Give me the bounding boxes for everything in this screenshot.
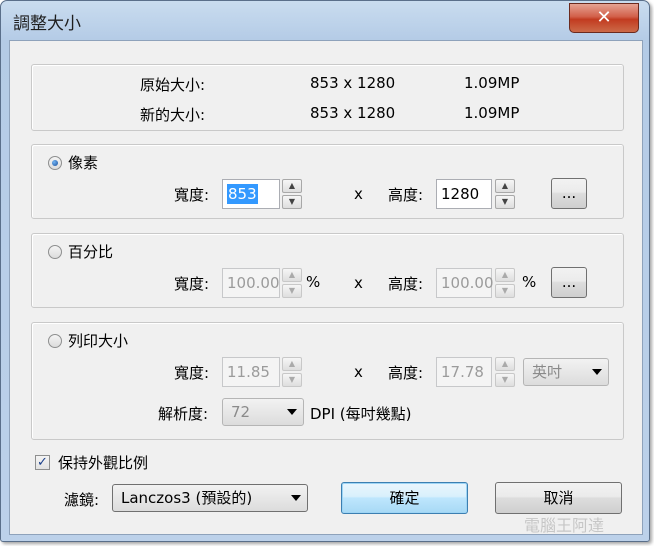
filter-label: 濾鏡: <box>64 491 100 509</box>
spin-up-icon[interactable]: ▲ <box>495 268 515 282</box>
original-size-dims: 853 x 1280 <box>310 74 396 92</box>
print-height-spinner[interactable]: ▲ ▼ <box>495 357 515 387</box>
percent-height-spinner[interactable]: ▲ ▼ <box>495 268 515 298</box>
ok-button[interactable]: 確定 <box>341 482 468 514</box>
percent-more-button[interactable]: ... <box>551 267 587 298</box>
print-unit-select[interactable]: 英吋 <box>523 358 609 386</box>
print-width-label: 寬度: <box>174 364 210 382</box>
percent-width-label: 寬度: <box>174 275 210 293</box>
print-height-label: 高度: <box>388 364 424 382</box>
pixels-more-button[interactable]: ... <box>551 178 587 209</box>
pixels-width-input[interactable]: 853 <box>222 179 280 209</box>
print-size-radio[interactable] <box>48 334 62 348</box>
keep-aspect-label[interactable]: 保持外觀比例 <box>58 452 148 473</box>
dialog-window: 調整大小 ✕ 原始大小: 853 x 1280 1.09MP 新的大小: 853… <box>0 0 650 542</box>
pixels-height-spinner[interactable]: ▲ ▼ <box>495 179 515 209</box>
watermark: 電腦王阿達 <box>524 516 605 535</box>
dpi-label: DPI (每吋幾點) <box>310 405 412 423</box>
original-size-mp: 1.09MP <box>464 74 520 92</box>
percent-height-label: 高度: <box>388 275 424 293</box>
percent-label[interactable]: 百分比 <box>68 241 113 262</box>
print-width-spinner[interactable]: ▲ ▼ <box>282 357 302 387</box>
spin-down-icon[interactable]: ▼ <box>282 373 302 387</box>
percent-width-unit: % <box>306 273 321 291</box>
spin-up-icon[interactable]: ▲ <box>495 179 515 193</box>
print-height-input[interactable]: 17.78 <box>436 357 492 387</box>
radio-selected-dot <box>52 160 58 166</box>
check-icon: ✓ <box>37 455 48 470</box>
filter-value: Lanczos3 (預設的) <box>121 489 253 507</box>
pixels-x: x <box>354 185 363 203</box>
new-size-label: 新的大小: <box>140 106 206 124</box>
size-info-group: 原始大小: 853 x 1280 1.09MP 新的大小: 853 x 1280… <box>31 64 624 131</box>
spin-up-icon[interactable]: ▲ <box>495 357 515 371</box>
original-size-label: 原始大小: <box>140 76 206 94</box>
spin-down-icon[interactable]: ▼ <box>495 195 515 209</box>
spin-up-icon[interactable]: ▲ <box>282 357 302 371</box>
print-width-input[interactable]: 11.85 <box>222 357 280 387</box>
spin-down-icon[interactable]: ▼ <box>282 195 302 209</box>
print-x: x <box>354 363 363 381</box>
print-unit-value: 英吋 <box>532 363 563 381</box>
resolution-select[interactable]: 72 <box>222 398 304 426</box>
percent-height-input[interactable]: 100.00 <box>436 268 494 298</box>
pixels-height-label: 高度: <box>388 186 424 204</box>
spin-up-icon[interactable]: ▲ <box>282 268 302 282</box>
dialog-client: 原始大小: 853 x 1280 1.09MP 新的大小: 853 x 1280… <box>9 40 643 535</box>
percent-height-unit: % <box>522 273 537 291</box>
close-icon: ✕ <box>596 7 612 28</box>
percent-radio[interactable] <box>48 245 62 259</box>
close-button[interactable]: ✕ <box>569 3 639 33</box>
print-size-label[interactable]: 列印大小 <box>68 330 128 351</box>
pixels-group: 像素 寬度: 853 ▲ ▼ x 高度: 1280 ▲ ▼ ... <box>31 144 624 219</box>
chevron-down-icon <box>291 495 301 501</box>
pixels-label[interactable]: 像素 <box>68 152 98 173</box>
pixels-width-spinner[interactable]: ▲ ▼ <box>282 179 302 209</box>
resolution-label: 解析度: <box>158 405 209 423</box>
cancel-button[interactable]: 取消 <box>495 482 622 514</box>
percent-width-spinner[interactable]: ▲ ▼ <box>282 268 302 298</box>
new-size-mp: 1.09MP <box>464 104 520 122</box>
percent-group: 百分比 寬度: 100.00 ▲ ▼ % x 高度: 100.00 ▲ ▼ % … <box>31 233 624 308</box>
pixels-radio[interactable] <box>48 156 62 170</box>
spin-up-icon[interactable]: ▲ <box>282 179 302 193</box>
new-size-dims: 853 x 1280 <box>310 104 396 122</box>
chevron-down-icon <box>592 369 602 375</box>
filter-select[interactable]: Lanczos3 (預設的) <box>112 484 308 512</box>
window-title: 調整大小 <box>13 14 81 34</box>
selected-text: 853 <box>227 184 258 204</box>
percent-width-input[interactable]: 100.00 <box>222 268 280 298</box>
spin-down-icon[interactable]: ▼ <box>495 373 515 387</box>
chevron-down-icon <box>287 409 297 415</box>
pixels-width-label: 寬度: <box>174 186 210 204</box>
pixels-height-input[interactable]: 1280 <box>436 179 492 209</box>
print-size-group: 列印大小 寬度: 11.85 ▲ ▼ x 高度: 17.78 ▲ ▼ 英吋 解析… <box>31 322 624 440</box>
spin-down-icon[interactable]: ▼ <box>282 284 302 298</box>
spin-down-icon[interactable]: ▼ <box>495 284 515 298</box>
resolution-value: 72 <box>231 403 251 421</box>
percent-x: x <box>354 274 363 292</box>
keep-aspect-checkbox[interactable]: ✓ <box>35 455 50 470</box>
